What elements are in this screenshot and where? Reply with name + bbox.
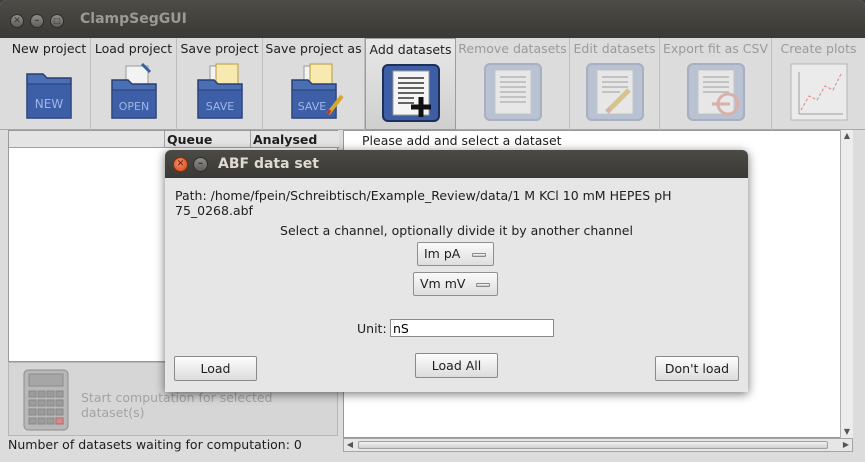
unit-label: Unit: [357, 321, 387, 336]
horizontal-scroll-thumb[interactable] [358, 441, 828, 449]
remove-datasets-button[interactable]: Remove datasets [456, 38, 570, 130]
scroll-left-icon[interactable]: ◀ [344, 439, 356, 451]
new-icon-text: NEW [35, 97, 64, 111]
remove-datasets-icon [483, 63, 542, 121]
export-csv-label: Export fit as CSV [663, 41, 768, 56]
dataset-table-header: Queue Analysed [9, 131, 339, 148]
dialog-title: ABF data set [218, 156, 319, 172]
open-project-icon: OPEN [110, 62, 157, 119]
divide-channel-select-value: Vm mV [420, 276, 466, 291]
calculator-icon [23, 369, 69, 431]
dialog-minimize-button[interactable]: – [193, 157, 208, 172]
open-icon-text: OPEN [118, 100, 148, 113]
toolbar: New project NEW Load project OPEN Save p… [0, 38, 865, 130]
dialog-title-bar: ✕ – ABF data set [165, 150, 748, 178]
title-bar: ✕ – □ ClampSegGUI [0, 0, 865, 38]
column-header-name[interactable] [9, 131, 164, 148]
channel-select[interactable]: Im pA [417, 242, 494, 266]
save-project-icon: SAVE [196, 63, 243, 119]
channel-instruction: Select a channel, optionally divide it b… [280, 223, 633, 238]
add-datasets-label: Add datasets [369, 42, 452, 57]
edit-datasets-label: Edit datasets [573, 41, 656, 56]
select-dataset-message: Please add and select a dataset [362, 133, 562, 148]
save-project-as-label: Save project as [265, 41, 362, 56]
column-header-analysed[interactable]: Analysed [250, 131, 339, 148]
channel-select-value: Im pA [424, 246, 461, 261]
load-project-label: Load project [94, 41, 173, 56]
scroll-right-icon[interactable]: ▶ [840, 439, 852, 451]
window-maximize-button[interactable]: □ [50, 14, 64, 28]
minimize-icon: – [34, 16, 40, 26]
new-project-label: New project [11, 41, 87, 56]
scroll-up-icon[interactable]: ▲ [841, 130, 853, 142]
add-datasets-button[interactable]: Add datasets [365, 38, 456, 130]
load-button[interactable]: Load [174, 356, 257, 381]
add-datasets-icon [381, 64, 440, 122]
new-project-icon: NEW [26, 73, 72, 119]
dropdown-indicator-icon [472, 253, 486, 257]
maximize-icon: □ [53, 16, 61, 25]
abf-data-set-dialog: ✕ – ABF data set Path: /home/fpein/Schre… [165, 150, 748, 392]
status-text: Number of datasets waiting for computati… [8, 437, 302, 452]
save-project-as-button[interactable]: Save project as SAVE [263, 38, 365, 130]
remove-datasets-label: Remove datasets [458, 41, 567, 56]
column-header-queue[interactable]: Queue [164, 131, 250, 148]
window-title: ClampSegGUI [80, 11, 187, 27]
save-icon-text: SAVE [205, 100, 234, 113]
close-icon: ✕ [13, 16, 21, 26]
horizontal-scrollbar[interactable]: ◀ ▶ [343, 438, 853, 452]
save-as-icon-text: SAVE [297, 100, 326, 113]
edit-datasets-button[interactable]: Edit datasets [570, 38, 660, 130]
window-close-button[interactable]: ✕ [10, 14, 24, 28]
divide-channel-select[interactable]: Vm mV [413, 272, 498, 296]
start-computation-label: Start computation for selected dataset(s… [81, 390, 273, 420]
file-path-label: Path: /home/fpein/Schreibtisch/Example_R… [175, 188, 672, 218]
dialog-close-button[interactable]: ✕ [173, 157, 188, 172]
export-csv-icon [686, 63, 745, 121]
vertical-scrollbar[interactable]: ▲ ▼ [840, 130, 853, 438]
load-all-button[interactable]: Load All [415, 353, 498, 378]
create-plots-button[interactable]: Create plots [772, 38, 865, 130]
save-project-label: Save project [180, 41, 259, 56]
save-as-project-icon: SAVE [290, 63, 344, 119]
window-minimize-button[interactable]: – [30, 14, 44, 28]
create-plots-label: Create plots [780, 41, 857, 56]
dropdown-indicator-icon [476, 283, 490, 287]
create-plots-icon [790, 63, 847, 121]
save-project-button[interactable]: Save project SAVE [177, 38, 263, 130]
export-csv-button[interactable]: Export fit as CSV [660, 38, 772, 130]
load-project-button[interactable]: Load project OPEN [91, 38, 177, 130]
edit-datasets-icon [585, 63, 644, 121]
new-project-button[interactable]: New project NEW [8, 38, 91, 130]
minimize-icon: – [198, 158, 203, 169]
unit-input[interactable] [390, 319, 554, 337]
close-icon: ✕ [176, 159, 185, 169]
scroll-down-icon[interactable]: ▼ [841, 426, 853, 438]
dont-load-button[interactable]: Don't load [655, 356, 739, 381]
